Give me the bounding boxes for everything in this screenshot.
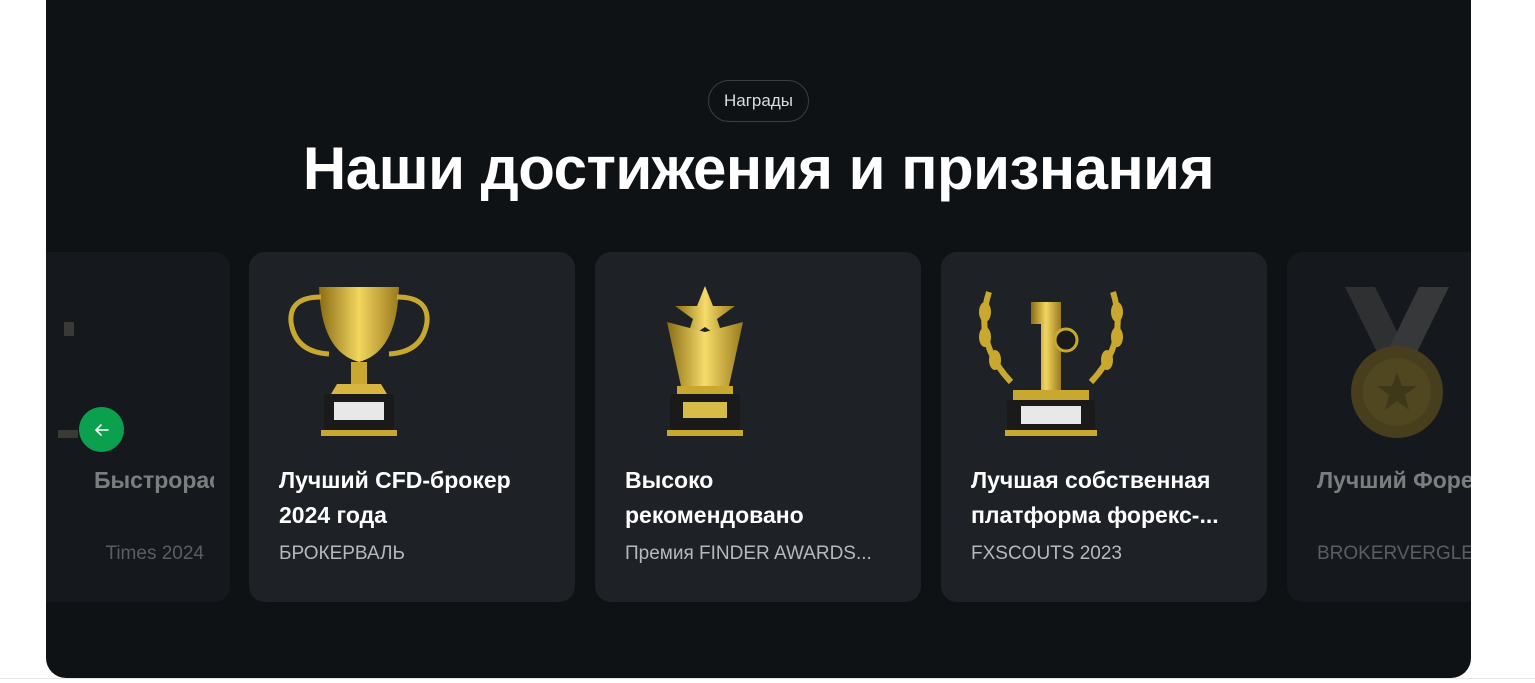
award-card[interactable]: Высоко рекомендовано Премия FINDER AWARD…: [595, 252, 921, 602]
award-card-title: Быстрорастущие...: [94, 467, 214, 493]
award-card-subtitle: БРОКЕРВАЛЬ: [279, 543, 405, 564]
star-trophy-icon: [667, 286, 743, 436]
award-card[interactable]: Лучшая собственная платформа форекс-... …: [941, 252, 1267, 602]
award-card-title: Лучший Форекс брокер: [1317, 467, 1471, 493]
page-divider: [0, 678, 1535, 679]
award-card-title: Высоко рекомендовано: [625, 467, 804, 528]
arrow-left-icon: [94, 423, 109, 436]
award-card-subtitle: Премия FINDER AWARDS...: [625, 543, 872, 564]
award-card-title: Лучший CFD-брокер 2024 года: [279, 467, 511, 528]
award-card[interactable]: Лучший CFD-брокер 2024 года БРОКЕРВАЛЬ: [249, 252, 575, 602]
medal-icon: [1345, 287, 1449, 438]
section-heading: Наши достижения и признания: [302, 135, 1215, 202]
number-one-laurel-icon: [979, 291, 1123, 436]
award-card[interactable]: Лучший Форекс брокер BROKERVERGLEICH: [1287, 252, 1471, 602]
awards-section: Награды Наши достижения и признания Быст…: [46, 0, 1471, 678]
carousel-prev-button[interactable]: [79, 407, 124, 452]
trophy-cup-icon: [288, 287, 430, 436]
award-card-subtitle: BROKERVERGLEICH: [1317, 543, 1471, 564]
award-card-subtitle: FXSCOUTS 2023: [971, 543, 1122, 564]
award-card-title: Лучшая собственная платформа форекс-...: [971, 467, 1219, 528]
awards-badge: Награды: [708, 80, 809, 122]
award-card-subtitle: Times 2024: [105, 543, 204, 564]
award-card[interactable]: Быстрорастущие... Times 2024: [46, 252, 230, 602]
